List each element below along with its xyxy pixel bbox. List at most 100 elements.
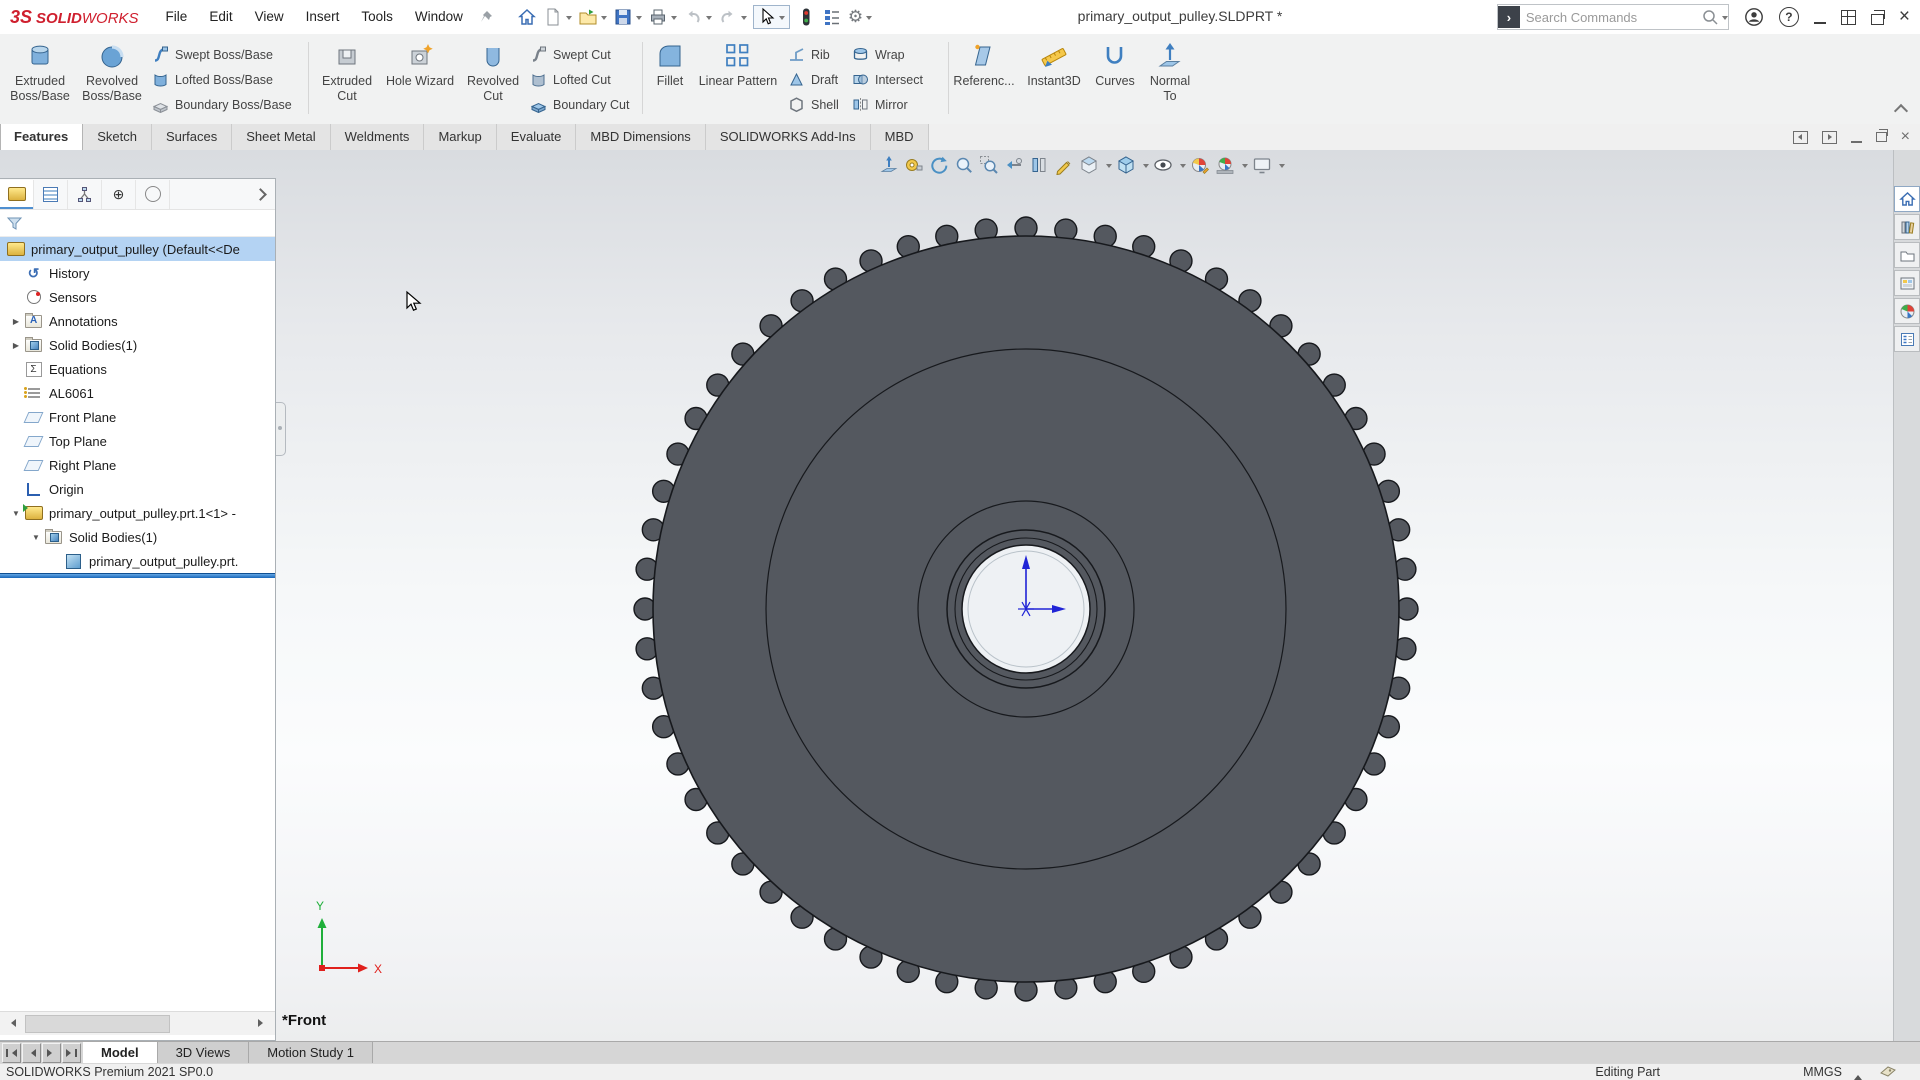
apply-scene-button[interactable] xyxy=(1214,154,1236,176)
tab-sheet-metal[interactable]: Sheet Metal xyxy=(232,124,331,150)
graphics-viewport[interactable]: Y X *Front xyxy=(0,150,1920,1041)
shell-button[interactable]: Shell xyxy=(788,92,839,117)
menu-edit[interactable]: Edit xyxy=(198,0,243,34)
collapse-pane-right-button[interactable] xyxy=(1821,130,1837,144)
revolved-boss-base-button[interactable]: Revolved Boss/Base xyxy=(78,41,146,104)
search-scope-icon[interactable]: › xyxy=(1497,6,1520,28)
minimize-button[interactable] xyxy=(1813,22,1826,24)
tab-markup[interactable]: Markup xyxy=(424,124,497,150)
swept-cut-button[interactable]: Swept Cut xyxy=(530,42,629,67)
tree-item-origin[interactable]: Origin xyxy=(0,477,275,501)
collapse-arrow-icon[interactable]: ▼ xyxy=(8,509,24,518)
tree-item-annotations[interactable]: ▶ A Annotations xyxy=(0,309,275,333)
lofted-cut-button[interactable]: Lofted Cut xyxy=(530,67,629,92)
collapse-ribbon-icon[interactable] xyxy=(1893,103,1909,119)
rebuild-button[interactable] xyxy=(794,5,818,29)
curves-button[interactable]: Curves xyxy=(1090,41,1140,89)
tab-feature-tree[interactable] xyxy=(0,179,34,209)
undo-dropdown[interactable] xyxy=(705,15,712,23)
instant3d-button[interactable]: Instant3D xyxy=(1020,41,1088,89)
tag-icon[interactable] xyxy=(1880,1065,1896,1079)
tab-display-manager[interactable] xyxy=(136,179,170,209)
tree-item-material[interactable]: AL6061 xyxy=(0,381,275,405)
hide-show-items-button[interactable] xyxy=(1152,154,1174,176)
rotate-view-button[interactable] xyxy=(928,154,950,176)
expand-arrow-icon[interactable]: ▶ xyxy=(8,341,24,350)
menu-tools[interactable]: Tools xyxy=(350,0,404,34)
restore-button[interactable] xyxy=(1870,9,1885,25)
collapse-arrow-icon[interactable]: ▼ xyxy=(28,533,44,542)
doc-restore-button[interactable] xyxy=(1875,129,1888,142)
rib-button[interactable]: Rib xyxy=(788,42,839,67)
edit-appearance-button[interactable] xyxy=(1189,154,1211,176)
pulley-model[interactable] xyxy=(0,150,1920,1041)
section-view-button[interactable] xyxy=(1028,154,1050,176)
extruded-cut-button[interactable]: Extruded Cut xyxy=(314,41,380,104)
tree-item-derived-part[interactable]: ▼ primary_output_pulley.prt.1<1> - xyxy=(0,501,275,525)
save-button[interactable] xyxy=(611,5,644,29)
options-dropdown[interactable] xyxy=(866,15,873,23)
new-document-button[interactable] xyxy=(541,5,574,29)
previous-tab-button[interactable] xyxy=(22,1042,41,1063)
options-button[interactable]: ⚙ xyxy=(846,5,874,29)
apply-scene-dropdown[interactable] xyxy=(1242,163,1248,171)
redo-button[interactable] xyxy=(716,5,749,29)
draft-button[interactable]: Draft xyxy=(788,67,839,92)
select-dropdown[interactable] xyxy=(778,15,785,23)
display-settings-button[interactable] xyxy=(820,5,844,29)
doc-minimize-button[interactable] xyxy=(1850,140,1862,143)
home-button[interactable] xyxy=(515,5,539,29)
boundary-cut-button[interactable]: Boundary Cut xyxy=(530,92,629,117)
rollback-bar[interactable] xyxy=(0,573,275,578)
tree-item-equations[interactable]: Equations xyxy=(0,357,275,381)
tree-item-solid-bodies[interactable]: ▶ Solid Bodies(1) xyxy=(0,333,275,357)
tab-3d-views[interactable]: 3D Views xyxy=(157,1042,250,1063)
scrollbar-thumb[interactable] xyxy=(25,1015,170,1033)
tab-weldments[interactable]: Weldments xyxy=(330,124,425,150)
file-explorer-button[interactable] xyxy=(1894,242,1920,268)
tab-solidworks-add-ins[interactable]: SOLIDWORKS Add-Ins xyxy=(705,124,871,150)
tab-motion-study-1[interactable]: Motion Study 1 xyxy=(249,1042,373,1063)
hide-show-items-dropdown[interactable] xyxy=(1180,163,1186,171)
next-tab-button[interactable] xyxy=(42,1042,61,1063)
design-library-button[interactable] xyxy=(1894,214,1920,240)
scroll-right-button[interactable] xyxy=(251,1012,273,1034)
view-settings-button[interactable] xyxy=(1251,154,1273,176)
search-icon[interactable] xyxy=(1701,8,1719,26)
last-tab-button[interactable] xyxy=(62,1042,81,1063)
help-icon[interactable] xyxy=(1778,7,1799,27)
swept-boss-base-button[interactable]: Swept Boss/Base xyxy=(152,42,292,67)
save-dropdown[interactable] xyxy=(635,15,642,23)
tab-model[interactable]: Model xyxy=(83,1042,158,1063)
first-tab-button[interactable] xyxy=(2,1042,21,1063)
print-dropdown[interactable] xyxy=(670,15,677,23)
panel-splitter-grip[interactable] xyxy=(276,402,286,456)
search-commands-box[interactable]: › xyxy=(1496,4,1729,30)
tab-sketch[interactable]: Sketch xyxy=(83,124,152,150)
revolved-cut-button[interactable]: Revolved Cut xyxy=(460,41,526,104)
tree-item-solid-bodies-child[interactable]: ▼ Solid Bodies(1) xyxy=(0,525,275,549)
search-dropdown[interactable] xyxy=(1721,15,1728,23)
tab-mbd-dimensions[interactable]: MBD Dimensions xyxy=(576,124,706,150)
tree-item-sensors[interactable]: Sensors xyxy=(0,285,275,309)
panel-flyout-arrow-icon[interactable] xyxy=(254,187,267,201)
redo-dropdown[interactable] xyxy=(740,15,747,23)
extruded-boss-base-button[interactable]: Extruded Boss/Base xyxy=(4,41,76,104)
undo-button[interactable] xyxy=(681,5,714,29)
select-button[interactable] xyxy=(752,5,790,29)
menu-view[interactable]: View xyxy=(244,0,295,34)
tab-dimxpert-manager[interactable] xyxy=(102,179,136,209)
tile-windows-button[interactable] xyxy=(1840,9,1856,25)
expand-arrow-icon[interactable]: ▶ xyxy=(8,317,24,326)
display-style-button[interactable] xyxy=(1115,154,1137,176)
fillet-button[interactable]: Fillet xyxy=(646,41,694,89)
annotation-views-button[interactable] xyxy=(1053,154,1075,176)
zoom-to-fit-button[interactable] xyxy=(953,154,975,176)
tab-evaluate[interactable]: Evaluate xyxy=(496,124,577,150)
view-palette-button[interactable] xyxy=(1894,270,1920,296)
lofted-boss-base-button[interactable]: Lofted Boss/Base xyxy=(152,67,292,92)
view-settings-dropdown[interactable] xyxy=(1279,163,1285,171)
tree-item-history[interactable]: ↺ History xyxy=(0,261,275,285)
collapse-pane-left-button[interactable] xyxy=(1792,130,1808,144)
new-document-dropdown[interactable] xyxy=(565,15,572,23)
